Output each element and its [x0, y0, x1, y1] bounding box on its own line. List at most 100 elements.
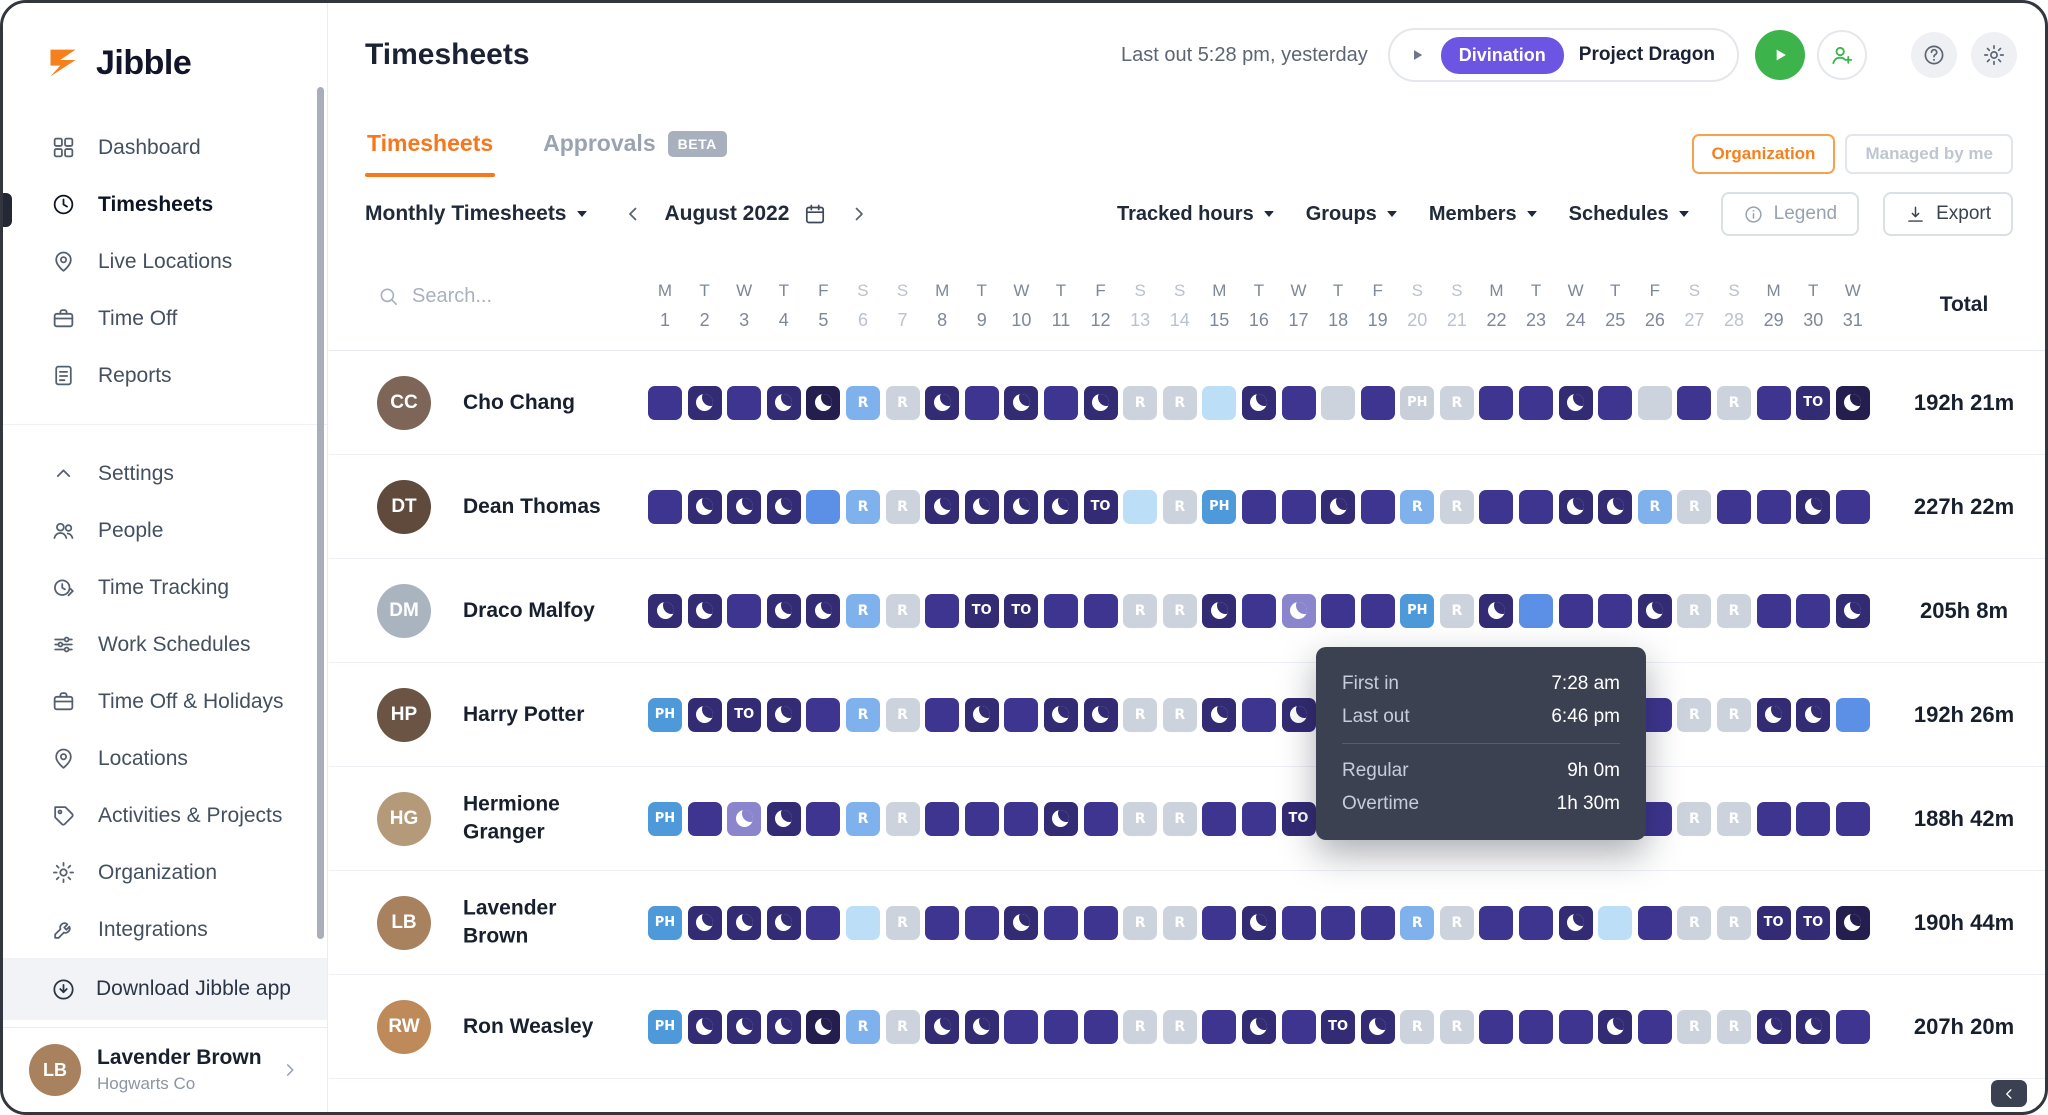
timesheet-day-cell[interactable]: R — [1163, 490, 1197, 524]
timesheet-day-cell[interactable]: R — [886, 802, 920, 836]
timesheet-day-cell[interactable] — [1321, 906, 1355, 940]
search-input[interactable] — [412, 285, 562, 308]
timesheet-day-cell[interactable] — [1638, 386, 1672, 420]
timesheet-day-cell[interactable] — [1796, 698, 1830, 732]
timesheet-day-cell[interactable]: R — [1163, 386, 1197, 420]
timesheet-day-cell[interactable]: R — [886, 1010, 920, 1044]
member-name[interactable]: Hermione Granger — [463, 790, 611, 847]
timesheet-day-cell[interactable]: R — [886, 906, 920, 940]
timesheet-day-cell[interactable] — [925, 490, 959, 524]
timesheet-day-cell[interactable] — [1282, 1010, 1316, 1044]
timesheet-day-cell[interactable] — [1559, 386, 1593, 420]
timesheet-day-cell[interactable] — [1836, 386, 1870, 420]
timesheet-day-cell[interactable] — [1242, 490, 1276, 524]
timesheet-day-cell[interactable] — [1202, 802, 1236, 836]
timesheet-day-cell[interactable] — [925, 698, 959, 732]
timesheet-day-cell[interactable]: R — [1717, 802, 1751, 836]
timesheet-day-cell[interactable]: R — [1440, 906, 1474, 940]
timesheet-day-cell[interactable]: TO — [1796, 906, 1830, 940]
timesheet-day-cell[interactable] — [1202, 1010, 1236, 1044]
timesheet-day-cell[interactable] — [1242, 386, 1276, 420]
timesheet-day-cell[interactable] — [1479, 490, 1513, 524]
timesheet-day-cell[interactable] — [925, 1010, 959, 1044]
timesheet-day-cell[interactable] — [1044, 1010, 1078, 1044]
timesheet-day-cell[interactable] — [648, 490, 682, 524]
help-button[interactable] — [1911, 32, 1957, 78]
timesheet-day-cell[interactable] — [1559, 490, 1593, 524]
schedules-dropdown[interactable]: Schedules — [1569, 203, 1689, 226]
timesheet-day-cell[interactable]: R — [1163, 906, 1197, 940]
timesheet-day-cell[interactable] — [688, 802, 722, 836]
timesheet-day-cell[interactable] — [1242, 594, 1276, 628]
timesheet-day-cell[interactable] — [1004, 490, 1038, 524]
legend-button[interactable]: Legend — [1721, 192, 1859, 236]
timesheet-day-cell[interactable] — [1479, 386, 1513, 420]
sidebar-item-timesheets[interactable]: Timesheets — [3, 176, 327, 233]
timesheet-day-cell[interactable] — [965, 386, 999, 420]
sidebar-item-dashboard[interactable]: Dashboard — [3, 119, 327, 176]
timesheet-day-cell[interactable] — [1559, 594, 1593, 628]
timesheet-day-cell[interactable] — [1202, 906, 1236, 940]
timesheet-day-cell[interactable] — [1638, 594, 1672, 628]
timesheet-day-cell[interactable] — [1004, 386, 1038, 420]
timesheet-day-cell[interactable] — [965, 490, 999, 524]
timesheet-day-cell[interactable] — [806, 1010, 840, 1044]
timesheet-day-cell[interactable] — [1084, 802, 1118, 836]
timesheet-day-cell[interactable]: R — [1400, 1010, 1434, 1044]
timesheet-day-cell[interactable] — [1084, 386, 1118, 420]
start-timer-button[interactable] — [1755, 30, 1805, 80]
timesheet-day-cell[interactable] — [1242, 1010, 1276, 1044]
timesheet-day-cell[interactable] — [806, 802, 840, 836]
timesheet-day-cell[interactable] — [1202, 594, 1236, 628]
timesheet-day-cell[interactable] — [806, 698, 840, 732]
timesheet-day-cell[interactable] — [1796, 594, 1830, 628]
timesheet-day-cell[interactable]: R — [1638, 490, 1672, 524]
timesheet-day-cell[interactable]: R — [846, 1010, 880, 1044]
timesheet-day-cell[interactable] — [1796, 1010, 1830, 1044]
timer-pill[interactable]: Divination Project Dragon — [1388, 28, 1739, 82]
timesheet-day-cell[interactable]: TO — [727, 698, 761, 732]
project-name[interactable]: Project Dragon — [1579, 44, 1715, 66]
sidebar-item-time-tracking[interactable]: Time Tracking — [3, 559, 327, 616]
timesheet-day-cell[interactable]: R — [1400, 490, 1434, 524]
timesheet-day-cell[interactable] — [688, 490, 722, 524]
timesheet-day-cell[interactable] — [727, 1010, 761, 1044]
timesheet-day-cell[interactable]: R — [886, 386, 920, 420]
tracked-hours-dropdown[interactable]: Tracked hours — [1117, 203, 1274, 226]
search-box[interactable] — [377, 285, 562, 308]
timesheet-day-cell[interactable]: R — [1717, 1010, 1751, 1044]
timesheet-day-cell[interactable] — [1757, 1010, 1791, 1044]
timesheet-day-cell[interactable] — [1519, 1010, 1553, 1044]
timesheet-day-cell[interactable] — [1282, 698, 1316, 732]
timesheet-day-cell[interactable] — [1757, 490, 1791, 524]
timesheet-day-cell[interactable]: PH — [1400, 594, 1434, 628]
timesheet-day-cell[interactable]: R — [1163, 698, 1197, 732]
timesheet-day-cell[interactable] — [1519, 906, 1553, 940]
timesheet-day-cell[interactable] — [1044, 594, 1078, 628]
timesheet-day-cell[interactable]: R — [846, 698, 880, 732]
timesheet-day-cell[interactable]: R — [1123, 594, 1157, 628]
timesheet-day-cell[interactable] — [806, 386, 840, 420]
timesheet-day-cell[interactable] — [1242, 698, 1276, 732]
timesheet-day-cell[interactable] — [1757, 698, 1791, 732]
timesheet-day-cell[interactable] — [688, 1010, 722, 1044]
download-app-button[interactable]: Download Jibble app — [3, 958, 327, 1020]
timesheet-day-cell[interactable] — [806, 906, 840, 940]
timesheet-day-cell[interactable] — [767, 490, 801, 524]
timesheet-day-cell[interactable]: TO — [1084, 490, 1118, 524]
sidebar-item-time-off[interactable]: Time Off — [3, 290, 327, 347]
timesheet-day-cell[interactable] — [767, 802, 801, 836]
timesheet-day-cell[interactable] — [1559, 906, 1593, 940]
timesheet-day-cell[interactable] — [1084, 1010, 1118, 1044]
timesheet-day-cell[interactable]: R — [1717, 594, 1751, 628]
timesheet-day-cell[interactable] — [1598, 906, 1632, 940]
timesheet-day-cell[interactable]: R — [1717, 386, 1751, 420]
timesheet-day-cell[interactable] — [1836, 802, 1870, 836]
timesheet-day-cell[interactable] — [965, 1010, 999, 1044]
timesheet-day-cell[interactable]: R — [1677, 594, 1711, 628]
timesheet-day-cell[interactable] — [1519, 386, 1553, 420]
timesheet-day-cell[interactable]: R — [1440, 490, 1474, 524]
profile-section[interactable]: LB Lavender Brown Hogwarts Co — [3, 1027, 327, 1112]
timesheet-day-cell[interactable]: TO — [1004, 594, 1038, 628]
timesheet-day-cell[interactable] — [1757, 386, 1791, 420]
